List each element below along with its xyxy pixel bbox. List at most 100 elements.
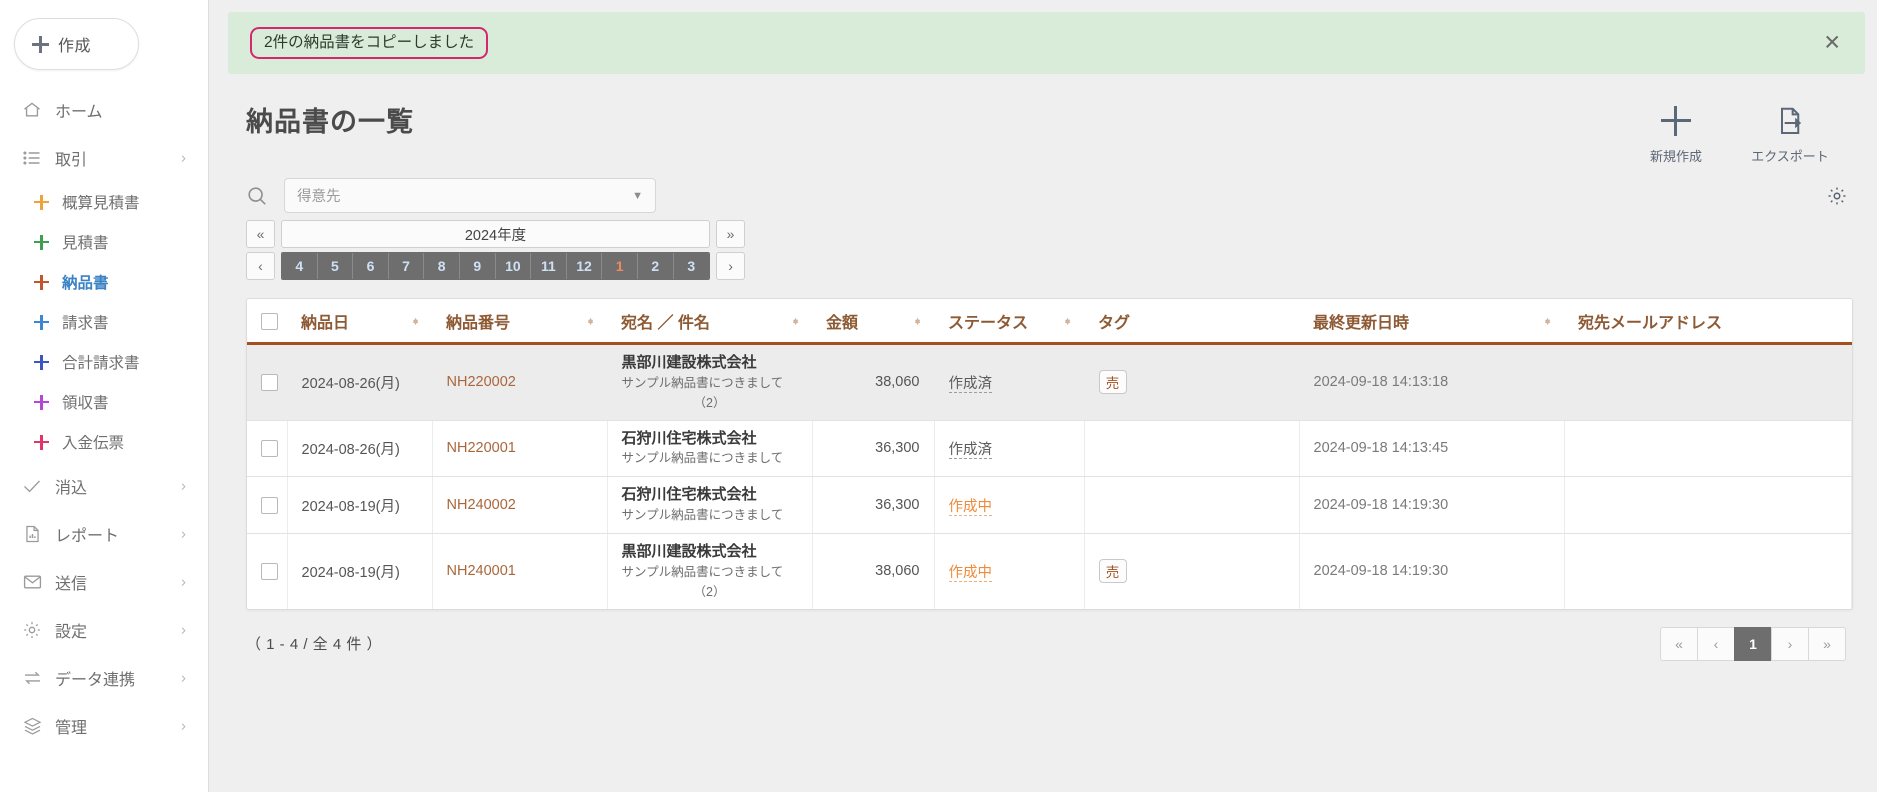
doc-number-link[interactable]: NH220001 (447, 440, 516, 456)
sort-toggle[interactable]: ▲ ▼ (1543, 316, 1552, 327)
pagination-page-1[interactable]: 1 (1734, 626, 1772, 661)
row-checkbox[interactable] (261, 439, 278, 457)
month-button[interactable]: 6 (353, 253, 389, 279)
sidebar-item-management[interactable]: 管理 › (0, 702, 208, 750)
next-month-button[interactable]: › (716, 252, 746, 280)
doc-number-link[interactable]: NH220002 (447, 374, 516, 390)
plus-icon (34, 314, 49, 330)
sidebar-item-send[interactable]: 送信 › (0, 558, 208, 606)
sidebar-item-reconciliation[interactable]: 消込 › (0, 462, 208, 510)
cell-status: 作成中 (934, 533, 1085, 609)
month-button[interactable]: 3 (673, 253, 710, 279)
sidebar-item-label: データ連携 (55, 672, 136, 689)
status-badge[interactable]: 作成中 (948, 564, 992, 582)
sidebar-item-payment-slip[interactable]: 入金伝票 (0, 422, 208, 462)
column-delivery-date: 納品日 ▲ ▼ (287, 299, 432, 345)
column-label: 宛先メールアドレス (1578, 315, 1723, 332)
cell-delivery-date: 2024-08-19(月) (287, 533, 433, 609)
select-all-checkbox[interactable] (261, 312, 278, 330)
column-label: 宛名 ／ 件名 (621, 315, 710, 332)
status-badge[interactable]: 作成中 (948, 498, 992, 516)
pagination-prev[interactable]: ‹ (1697, 626, 1735, 661)
doc-number-link[interactable]: NH240002 (447, 497, 516, 513)
row-checkbox[interactable] (261, 496, 278, 514)
chevron-right-icon: › (181, 573, 186, 591)
cell-doc-number: NH220001 (432, 420, 608, 478)
row-checkbox-cell (247, 420, 288, 478)
pagination-last[interactable]: » (1808, 626, 1846, 661)
cell-tag: 売 (1084, 533, 1300, 609)
row-checkbox[interactable] (261, 562, 278, 580)
export-document-icon (1774, 102, 1806, 140)
month-button[interactable]: 4 (282, 253, 318, 279)
chevron-right-icon: › (181, 717, 186, 735)
updated-at-value: 2024-09-18 14:19:30 (1313, 563, 1449, 580)
month-button[interactable]: 9 (459, 253, 496, 279)
cell-updated-at: 2024-09-18 14:19:30 (1299, 533, 1565, 609)
status-badge[interactable]: 作成済 (948, 375, 992, 393)
sort-toggle[interactable]: ▲ ▼ (791, 316, 800, 327)
export-button[interactable]: エクスポート (1751, 102, 1829, 165)
sidebar-item-estimate[interactable]: 見積書 (0, 222, 208, 262)
prev-month-button[interactable]: ‹ (246, 252, 275, 280)
customer-select[interactable]: 得意先 ▼ (284, 178, 656, 213)
table-row[interactable]: 2024-08-19(月) NH240001 黒部川建設株式会社 サンプル納品書… (247, 533, 1852, 609)
cell-addressee: 石狩川住宅株式会社 サンプル納品書につきまして (607, 476, 813, 534)
sidebar-item-home[interactable]: ホーム (0, 86, 208, 134)
sort-toggle[interactable]: ▲ ▼ (411, 316, 420, 327)
month-button[interactable]: 8 (424, 253, 460, 279)
exchange-icon (20, 667, 44, 689)
tag-chip[interactable]: 売 (1098, 370, 1127, 395)
search-icon (246, 185, 274, 207)
sidebar-item-receipt[interactable]: 領収書 (0, 382, 208, 422)
sidebar-item-report[interactable]: レポート › (0, 510, 208, 558)
table-row[interactable]: 2024-08-26(月) NH220001 石狩川住宅株式会社 サンプル納品書… (247, 420, 1852, 478)
table-row[interactable]: 2024-08-19(月) NH240002 石狩川住宅株式会社 サンプル納品書… (247, 476, 1852, 534)
doc-number-link[interactable]: NH240001 (447, 563, 516, 579)
column-label: 納品番号 (446, 315, 511, 332)
sidebar-item-invoice[interactable]: 請求書 (0, 302, 208, 342)
sidebar-item-label: 見積書 (62, 235, 109, 252)
pagination-next[interactable]: › (1771, 626, 1809, 661)
cell-tag: 売 (1084, 343, 1300, 421)
cell-amount: 36,300 (812, 420, 935, 478)
column-tag: タグ (1084, 299, 1299, 345)
sort-toggle[interactable]: ▲ ▼ (1063, 316, 1072, 327)
status-badge[interactable]: 作成済 (948, 441, 992, 459)
next-year-button[interactable]: » (716, 220, 745, 248)
sidebar-item-total-invoice[interactable]: 合計請求書 (0, 342, 208, 382)
addressee-subject-cont: （2） (693, 395, 726, 410)
table-settings-gear-icon[interactable] (1826, 185, 1848, 212)
month-button[interactable]: 12 (566, 253, 603, 279)
sidebar-item-delivery-note[interactable]: 納品書 (0, 262, 208, 302)
cell-amount: 38,060 (812, 533, 935, 609)
page-title: 納品書の一覧 (246, 107, 414, 137)
row-checkbox[interactable] (261, 373, 278, 391)
cell-tag (1084, 476, 1300, 534)
month-button[interactable]: 7 (388, 253, 425, 279)
pagination-first[interactable]: « (1660, 626, 1698, 661)
sort-toggle[interactable]: ▲ ▼ (586, 316, 595, 327)
month-button[interactable]: 1 (602, 253, 638, 279)
month-button[interactable]: 10 (495, 253, 532, 279)
addressee-subject-cont: （2） (693, 584, 726, 599)
report-icon (20, 523, 44, 545)
table-row[interactable]: 2024-08-26(月) NH220002 黒部川建設株式会社 サンプル納品書… (247, 343, 1852, 421)
sidebar-item-transactions[interactable]: 取引 › (0, 134, 208, 182)
cell-amount: 38,060 (812, 343, 935, 421)
sidebar-item-rough-estimate[interactable]: 概算見積書 (0, 182, 208, 222)
create-button[interactable]: 作成 (14, 18, 139, 70)
tag-chip[interactable]: 売 (1098, 559, 1127, 584)
plus-icon (34, 274, 49, 290)
sidebar-item-settings[interactable]: 設定 › (0, 606, 208, 654)
new-create-button[interactable]: 新規作成 (1637, 102, 1715, 165)
prev-year-button[interactable]: « (246, 220, 275, 248)
sidebar-nav: ホーム 取引 › 概算見積書 見積書 納品書 請求書 合計請求書 領収書 入金伝… (0, 86, 208, 750)
sidebar: 作成 ホーム 取引 › 概算見積書 見積書 納品書 請求書 合計請求書 領収書 … (0, 0, 209, 792)
close-icon[interactable]: ✕ (1823, 32, 1841, 54)
sort-toggle[interactable]: ▲ ▼ (913, 316, 922, 327)
sidebar-item-data-integration[interactable]: データ連携 › (0, 654, 208, 702)
month-button[interactable]: 11 (531, 253, 567, 279)
month-button[interactable]: 2 (637, 253, 674, 279)
month-button[interactable]: 5 (317, 253, 354, 279)
